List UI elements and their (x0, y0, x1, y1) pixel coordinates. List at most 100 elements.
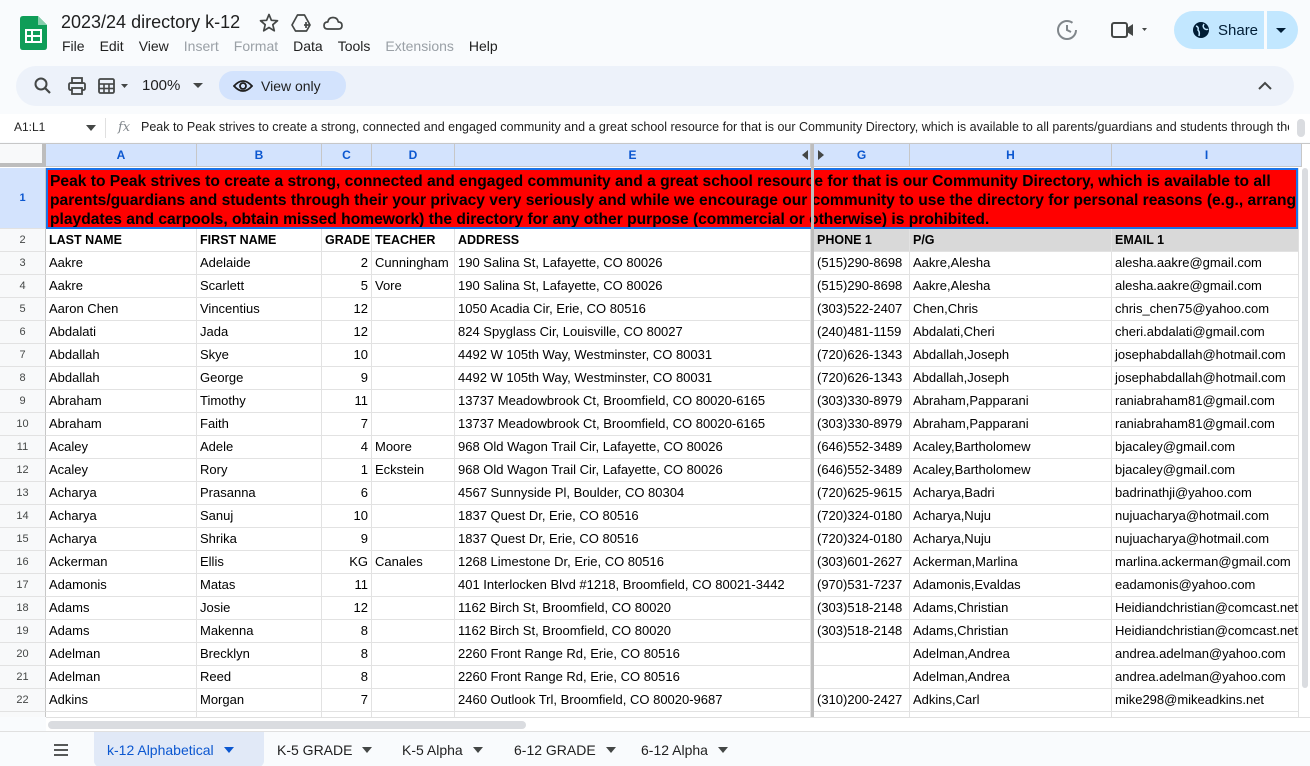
cell-grade[interactable]: 11 (322, 574, 372, 597)
table-view-icon[interactable] (97, 76, 131, 96)
cell-phone[interactable]: (515)290-8698 (814, 252, 910, 275)
row-header-9[interactable]: 9 (0, 390, 46, 413)
cell-phone[interactable]: (303)330-8979 (814, 390, 910, 413)
cell-address[interactable]: 13737 Meadowbrook Ct, Broomfield, CO 800… (455, 413, 811, 436)
menu-view[interactable]: View (139, 38, 169, 56)
cell-address[interactable]: 1837 Quest Dr, Erie, CO 80516 (455, 505, 811, 528)
cell-email[interactable]: josephabdallah@hotmail.com (1112, 367, 1300, 390)
row-header-17[interactable]: 17 (0, 574, 46, 597)
cell-last-name[interactable]: Acaley (46, 436, 197, 459)
cell-grade[interactable]: 9 (322, 367, 372, 390)
row-header-4[interactable]: 4 (0, 275, 46, 298)
zoom-select[interactable]: 100% (142, 77, 180, 94)
cell-parent-guardian[interactable]: Aakre,Alesha (910, 275, 1112, 298)
cell-email[interactable]: Heidiandchristian@comcast.net (1112, 620, 1300, 643)
cell-email[interactable]: andrea.adelman@yahoo.com (1112, 666, 1300, 689)
menu-tools[interactable]: Tools (338, 38, 371, 56)
cell-parent-guardian[interactable]: Abdallah,Joseph (910, 367, 1112, 390)
cell-parent-guardian[interactable]: Adamonis,Evaldas (910, 574, 1112, 597)
cell-phone[interactable]: (720)625-9615 (814, 482, 910, 505)
cloud-status-icon[interactable] (322, 12, 344, 34)
formula-scrollbar[interactable] (1297, 119, 1305, 137)
menu-data[interactable]: Data (293, 38, 323, 56)
cell-first-name[interactable]: Ellis (197, 551, 322, 574)
cell-grade[interactable]: 1 (322, 459, 372, 482)
name-box-caret-icon[interactable] (86, 124, 96, 132)
row-header-5[interactable]: 5 (0, 298, 46, 321)
cell-grade[interactable]: 12 (322, 597, 372, 620)
formula-content[interactable]: Peak to Peak strives to create a strong,… (141, 120, 1289, 134)
cell-email[interactable]: alesha.aakre@gmail.com (1112, 275, 1300, 298)
cell-address[interactable]: 2460 Outlook Trl, Broomfield, CO 80020-9… (455, 689, 811, 712)
row-header-8[interactable]: 8 (0, 367, 46, 390)
cell-address[interactable]: 401 Interlocken Blvd #1218, Broomfield, … (455, 574, 811, 597)
cell-email[interactable]: bjacaley@gmail.com (1112, 436, 1300, 459)
cell-address[interactable]: 1050 Acadia Cir, Erie, CO 80516 (455, 298, 811, 321)
cell-first-name[interactable]: Faith (197, 413, 322, 436)
menu-help[interactable]: Help (469, 38, 498, 56)
cell-last-name[interactable]: Acharya (46, 482, 197, 505)
row-header-7[interactable]: 7 (0, 344, 46, 367)
cell-address[interactable]: 1162 Birch St, Broomfield, CO 80020 (455, 597, 811, 620)
share-button[interactable]: Share (1174, 11, 1264, 49)
menu-edit[interactable]: Edit (100, 38, 124, 56)
cell-parent-guardian[interactable]: Adams,Christian (910, 620, 1112, 643)
cell-address[interactable]: 4492 W 105th Way, Westminster, CO 80031 (455, 367, 811, 390)
cell-grade[interactable]: 10 (322, 505, 372, 528)
row-header-16[interactable]: 16 (0, 551, 46, 574)
cell-last-name[interactable]: Abdalati (46, 321, 197, 344)
cell-first-name[interactable]: Sanuj (197, 505, 322, 528)
cell-last-name[interactable]: Ackerman (46, 551, 197, 574)
cell-last-name[interactable]: Aaron Chen (46, 298, 197, 321)
cell-teacher[interactable] (372, 344, 455, 367)
chevron-up-icon[interactable] (1256, 77, 1274, 95)
cell-parent-guardian[interactable]: Acharya,Nuju (910, 505, 1112, 528)
frozen-column-divider[interactable] (811, 144, 814, 717)
cell-phone[interactable]: (310)200-2427 (814, 689, 910, 712)
cell-phone[interactable]: (240)481-1159 (814, 321, 910, 344)
cell-grade[interactable]: 12 (322, 298, 372, 321)
cell-parent-guardian[interactable]: Chen,Chris (910, 298, 1112, 321)
print-icon[interactable] (67, 76, 87, 96)
cell-first-name[interactable]: Josie (197, 597, 322, 620)
cell-grade[interactable]: 10 (322, 344, 372, 367)
row-header-22[interactable]: 22 (0, 689, 46, 712)
cell-teacher[interactable] (372, 298, 455, 321)
cell-email[interactable]: andrea.adelman@yahoo.com (1112, 643, 1300, 666)
cell-address[interactable]: 4567 Sunnyside Pl, Boulder, CO 80304 (455, 482, 811, 505)
row-header-19[interactable]: 19 (0, 620, 46, 643)
cell-parent-guardian[interactable]: Abdalati,Cheri (910, 321, 1112, 344)
row-header-21[interactable]: 21 (0, 666, 46, 689)
cell-first-name[interactable]: Jada (197, 321, 322, 344)
column-header-h[interactable]: H (910, 144, 1112, 167)
cell-address[interactable]: 1162 Birch St, Broomfield, CO 80020 (455, 620, 811, 643)
cell-phone[interactable]: (646)552-3489 (814, 436, 910, 459)
column-header-i[interactable]: I (1112, 144, 1302, 167)
cell-teacher[interactable] (372, 505, 455, 528)
cell-first-name[interactable]: FIRST NAME (197, 229, 322, 252)
menu-file[interactable]: File (62, 38, 85, 56)
name-box[interactable]: A1:L1 (14, 120, 45, 134)
cell-email[interactable]: badrinathji@yahoo.com (1112, 482, 1300, 505)
cell-first-name[interactable]: Vincentius (197, 298, 322, 321)
cell-teacher[interactable] (372, 482, 455, 505)
cell-teacher[interactable] (372, 643, 455, 666)
cell-first-name[interactable]: Timothy (197, 390, 322, 413)
cell-phone[interactable] (814, 666, 910, 689)
cell-address[interactable]: 968 Old Wagon Trail Cir, Lafayette, CO 8… (455, 436, 811, 459)
cell-first-name[interactable]: Morgan (197, 689, 322, 712)
expand-right-icon[interactable] (817, 150, 825, 160)
cell-teacher[interactable]: Moore (372, 436, 455, 459)
cell-parent-guardian[interactable]: P/G (910, 229, 1112, 252)
banner-cell[interactable]: Peak to Peak strives to create a strong,… (46, 168, 1298, 229)
row-header-15[interactable]: 15 (0, 528, 46, 551)
cell-last-name[interactable]: Adkins (46, 689, 197, 712)
cell-last-name[interactable]: Abdallah (46, 367, 197, 390)
cell-address[interactable]: 968 Old Wagon Trail Cir, Lafayette, CO 8… (455, 459, 811, 482)
cell-parent-guardian[interactable]: Abdallah,Joseph (910, 344, 1112, 367)
cell-last-name[interactable]: Adelman (46, 643, 197, 666)
cell-phone[interactable]: (303)601-2627 (814, 551, 910, 574)
cell-address[interactable]: 190 Salina St, Lafayette, CO 80026 (455, 275, 811, 298)
cell-phone[interactable]: (303)522-2407 (814, 298, 910, 321)
cell-parent-guardian[interactable]: Aakre,Alesha (910, 252, 1112, 275)
